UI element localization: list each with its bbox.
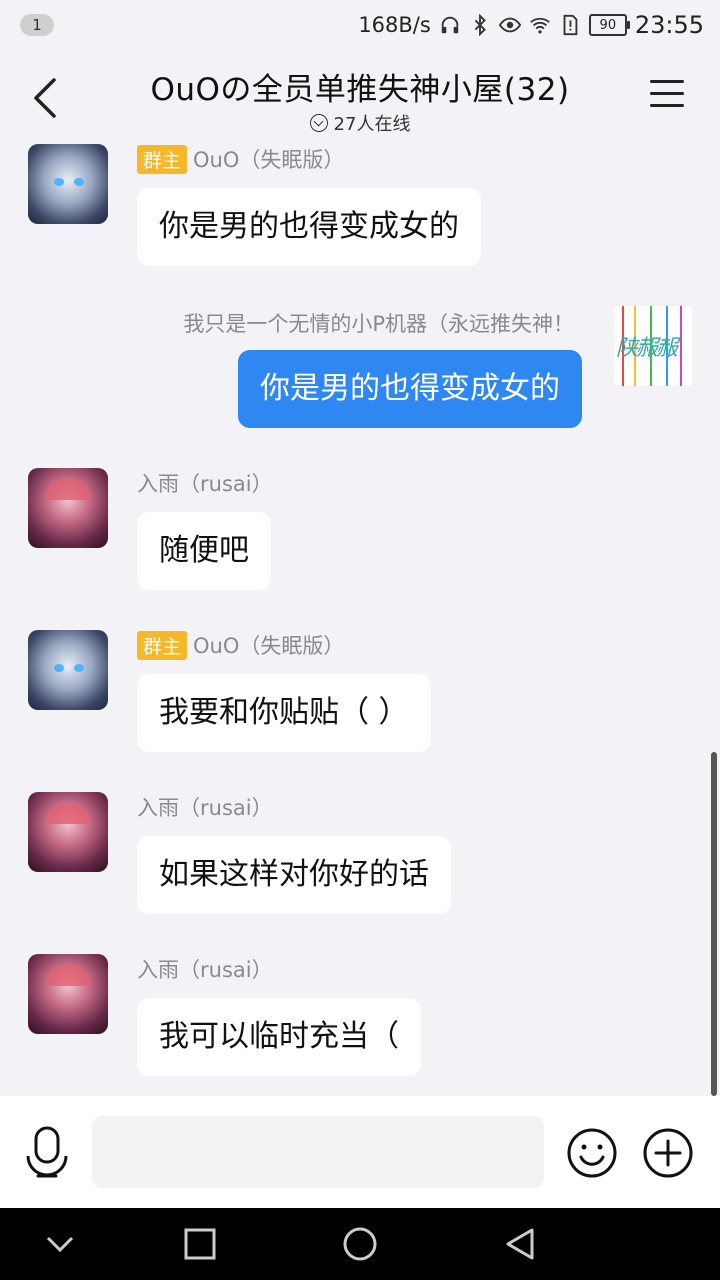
avatar[interactable] xyxy=(28,954,108,1034)
message-bubble[interactable]: 我要和你贴贴（ ） xyxy=(137,674,431,752)
status-icons: 168B/s 90 23:55 xyxy=(358,11,704,39)
chat-header: OuOの全员单推失神小屋(32) 27人在线 xyxy=(0,50,720,142)
avatar[interactable] xyxy=(28,468,108,548)
sender-name: 我只是一个无情的小P机器（永远推失神！ xyxy=(183,312,574,336)
headphones-icon xyxy=(441,16,459,34)
input-bar xyxy=(0,1096,720,1208)
self-avatar-text: 陕赧赧 xyxy=(616,336,678,361)
sender-label: OuO（失眠版） xyxy=(193,148,345,172)
owner-badge: 群主 xyxy=(137,144,188,174)
nav-home-icon[interactable] xyxy=(342,1226,378,1262)
sender-name: 入雨（rusai） xyxy=(137,958,273,982)
sender-name: 群主 OuO（失眠版） xyxy=(137,144,344,174)
message-bubble[interactable]: 你是男的也得变成女的 xyxy=(137,188,481,266)
online-count: 27人在线 xyxy=(333,114,411,135)
self-avatar[interactable]: 陕赧赧 xyxy=(614,306,692,386)
bluetooth-icon xyxy=(474,14,486,36)
avatar[interactable] xyxy=(28,144,108,224)
message-bubble[interactable]: 我可以临时充当（ xyxy=(137,998,421,1076)
sender-name: 入雨（rusai） xyxy=(137,796,273,820)
sender-name: 群主 OuO（失眠版） xyxy=(137,630,344,660)
message-bubble-self[interactable]: 你是男的也得变成女的 xyxy=(238,350,582,428)
plus-icon[interactable] xyxy=(642,1127,694,1179)
online-status[interactable]: 27人在线 xyxy=(0,110,720,136)
scrollbar[interactable] xyxy=(711,752,717,1096)
message-input[interactable] xyxy=(92,1116,544,1188)
network-speed: 168B/s xyxy=(358,13,431,37)
eye-icon xyxy=(498,17,521,33)
notification-count-badge: 1 xyxy=(20,14,54,36)
system-nav-bar xyxy=(0,1208,720,1280)
message-bubble[interactable]: 如果这样对你好的话 xyxy=(137,836,451,914)
avatar[interactable] xyxy=(28,792,108,872)
online-icon xyxy=(309,114,328,132)
avatar[interactable] xyxy=(28,630,108,710)
microphone-icon[interactable] xyxy=(24,1126,70,1178)
battery-indicator: 90 xyxy=(588,14,630,36)
sim-alert-icon xyxy=(563,14,578,36)
owner-badge: 群主 xyxy=(137,630,188,660)
chat-title: OuOの全员单推失神小屋(32) xyxy=(150,72,570,108)
clock: 23:55 xyxy=(634,11,704,39)
sender-name: 入雨（rusai） xyxy=(137,472,273,496)
nav-back-icon[interactable] xyxy=(502,1226,538,1262)
nav-collapse-icon[interactable] xyxy=(42,1226,78,1262)
menu-icon[interactable] xyxy=(650,80,684,110)
message-bubble[interactable]: 随便吧 xyxy=(137,512,271,590)
nav-recents-icon[interactable] xyxy=(182,1226,218,1262)
sender-label: OuO（失眠版） xyxy=(193,634,345,658)
emoji-icon[interactable] xyxy=(566,1127,618,1179)
status-bar: 1 168B/s 90 23:55 xyxy=(0,0,720,50)
wifi-icon xyxy=(530,17,550,34)
